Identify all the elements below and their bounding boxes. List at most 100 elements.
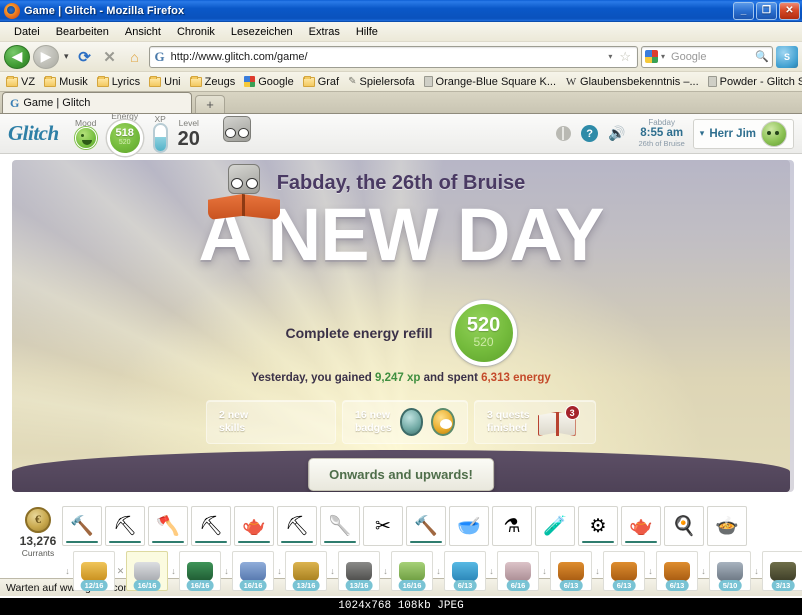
tool-slot-5[interactable]: ⛏: [277, 506, 317, 546]
tool-slot-12[interactable]: ⚙: [578, 506, 618, 546]
bag-separator: ↓: [171, 566, 176, 576]
bookmark-orange-blue-square[interactable]: Orange-Blue Square K...: [420, 75, 560, 89]
minimize-button[interactable]: _: [733, 1, 754, 20]
tool-slot-0[interactable]: 🔨: [62, 506, 102, 546]
bag-slot-3[interactable]: 16/16: [232, 551, 274, 591]
search-input[interactable]: Google: [671, 51, 752, 63]
stat-mood[interactable]: Mood: [74, 118, 97, 149]
currants-display[interactable]: € 13,276 Currants: [14, 506, 62, 558]
clock-date: 26th of Bruise: [638, 139, 685, 149]
tool-slot-14[interactable]: 🍳: [664, 506, 704, 546]
forward-button[interactable]: ▶: [33, 44, 59, 69]
tool-slot-8[interactable]: 🔨: [406, 506, 446, 546]
card-quests-finished[interactable]: 3 quests finished 3: [474, 400, 596, 444]
user-name: Herr Jim: [709, 127, 756, 140]
bug-report-button[interactable]: [556, 126, 572, 141]
tool-watering-can-icon: 🫖: [242, 516, 266, 537]
bookmark-musik[interactable]: Musik: [40, 75, 92, 89]
level-value: 20: [177, 128, 200, 150]
tool-slot-13[interactable]: 🫖: [621, 506, 661, 546]
title-bar: Game | Glitch - Mozilla Firefox _ ❐ ✕: [0, 0, 802, 22]
menu-bearbeiten[interactable]: Bearbeiten: [48, 24, 117, 40]
bookmark-google[interactable]: Google: [240, 75, 297, 89]
bag-slot-7[interactable]: 6/13: [444, 551, 486, 591]
bag-slot-12[interactable]: 5/10: [709, 551, 751, 591]
tool-slot-10[interactable]: ⚗: [492, 506, 532, 546]
onwards-and-upwards-button[interactable]: Onwards and upwards!: [308, 458, 494, 491]
bag-slot-8[interactable]: 6/16: [497, 551, 539, 591]
card-new-skills[interactable]: 2 new skills: [206, 400, 336, 444]
bag-sack-orange1-icon: [558, 561, 584, 581]
bookmark-graf[interactable]: Graf: [299, 75, 343, 89]
tool-slot-15[interactable]: 🍲: [707, 506, 747, 546]
avatar[interactable]: [761, 120, 787, 147]
folder-icon: [189, 75, 202, 87]
pen-icon: ✎: [348, 76, 357, 87]
bookmark-star-icon[interactable]: ☆: [619, 49, 634, 65]
glitch-logo[interactable]: Glitch: [8, 121, 75, 146]
back-button[interactable]: ◀: [4, 44, 30, 69]
menu-ansicht[interactable]: Ansicht: [117, 24, 169, 40]
bookmark-uni[interactable]: Uni: [145, 75, 185, 89]
bag-slot-10[interactable]: 6/13: [603, 551, 645, 591]
bag-slot-13[interactable]: 3/13: [762, 551, 802, 591]
maximize-button[interactable]: ❐: [756, 1, 777, 20]
bag-slot-2[interactable]: 16/16: [179, 551, 221, 591]
yesterday-prefix: Yesterday, you gained: [251, 372, 375, 384]
bag-count: 3/13: [771, 580, 795, 591]
stat-level[interactable]: Level 20: [178, 118, 200, 149]
card-new-badges[interactable]: 16 new badges: [342, 400, 468, 444]
bag-cell-6: ↓ 16/16: [380, 551, 433, 591]
new-tab-button[interactable]: +: [195, 95, 225, 113]
user-menu[interactable]: ▾ Herr Jim: [692, 118, 794, 149]
chevron-down-icon[interactable]: ▾: [608, 52, 615, 61]
stop-icon[interactable]: ✕: [99, 46, 121, 68]
url-bar[interactable]: G http://www.glitch.com/game/ ▾ ☆: [148, 45, 638, 68]
bag-separator: ↓: [436, 566, 441, 576]
history-dropdown-icon[interactable]: ▾: [62, 51, 71, 62]
currant-coin-icon: €: [25, 506, 51, 533]
game-stage: ⌄ Sofaglitcher × Herr Jim's bar and loun…: [0, 154, 802, 598]
bookmark-vz[interactable]: VZ: [2, 75, 39, 89]
bookmark-spielersofa[interactable]: ✎ Spielersofa: [344, 75, 418, 89]
search-engine-chevron-icon[interactable]: ▾: [661, 52, 668, 61]
bookmark-glaubensbekenntnis[interactable]: W Glaubensbekenntnis –...: [561, 75, 703, 89]
bag-slot-9[interactable]: 6/13: [550, 551, 592, 591]
bag-slot-5[interactable]: 13/16: [338, 551, 380, 591]
menu-hilfe[interactable]: Hilfe: [348, 24, 386, 40]
bag-slot-4[interactable]: 13/16: [285, 551, 327, 591]
stat-xp[interactable]: XP: [152, 114, 168, 153]
tool-slot-9[interactable]: 🥣: [449, 506, 489, 546]
bookmark-powder-glitch[interactable]: Powder - Glitch Strate...: [704, 75, 802, 89]
bag-slot-6[interactable]: 16/16: [391, 551, 433, 591]
stat-energy[interactable]: Energy 518 520: [106, 114, 143, 156]
help-button[interactable]: ?: [581, 125, 599, 142]
menu-lesezeichen[interactable]: Lesezeichen: [223, 24, 301, 40]
tool-row: 🔨 ⛏ 🪓 ⛏ 🫖 ⛏ 🥄 ✂ 🔨 🥣 ⚗ 🧪 ⚙ 🫖 🍳 🍲: [62, 506, 796, 546]
tab-game-glitch[interactable]: G Game | Glitch: [2, 92, 192, 113]
bag-slot-1[interactable]: 16/16: [126, 551, 168, 591]
bag-slot-11[interactable]: 6/13: [656, 551, 698, 591]
tool-slot-6[interactable]: 🥄: [320, 506, 360, 546]
bag-toolbox-gold-icon: [81, 561, 107, 581]
menu-chronik[interactable]: Chronik: [169, 24, 223, 40]
sound-toggle-button[interactable]: 🔊: [608, 125, 625, 142]
close-button[interactable]: ✕: [779, 1, 800, 20]
tool-slot-2[interactable]: 🪓: [148, 506, 188, 546]
reload-icon[interactable]: ⟳: [74, 46, 96, 68]
tool-slot-11[interactable]: 🧪: [535, 506, 575, 546]
menu-datei[interactable]: Datei: [6, 24, 48, 40]
bookmark-zeugs[interactable]: Zeugs: [186, 75, 240, 89]
home-icon[interactable]: ⌂: [124, 46, 146, 68]
tool-slot-4[interactable]: 🫖: [234, 506, 274, 546]
tool-slot-3[interactable]: ⛏: [191, 506, 231, 546]
bag-slot-0[interactable]: 12/16: [73, 551, 115, 591]
search-bar[interactable]: ▾ Google 🔍: [641, 45, 773, 68]
tool-slot-7[interactable]: ✂: [363, 506, 403, 546]
tool-slot-1[interactable]: ⛏: [105, 506, 145, 546]
clock-day: Fabday: [648, 117, 675, 127]
search-magnifier-icon[interactable]: 🔍: [755, 50, 769, 63]
menu-extras[interactable]: Extras: [301, 24, 348, 40]
skype-extension-icon[interactable]: S: [776, 45, 798, 68]
bookmark-lyrics[interactable]: Lyrics: [93, 75, 144, 89]
